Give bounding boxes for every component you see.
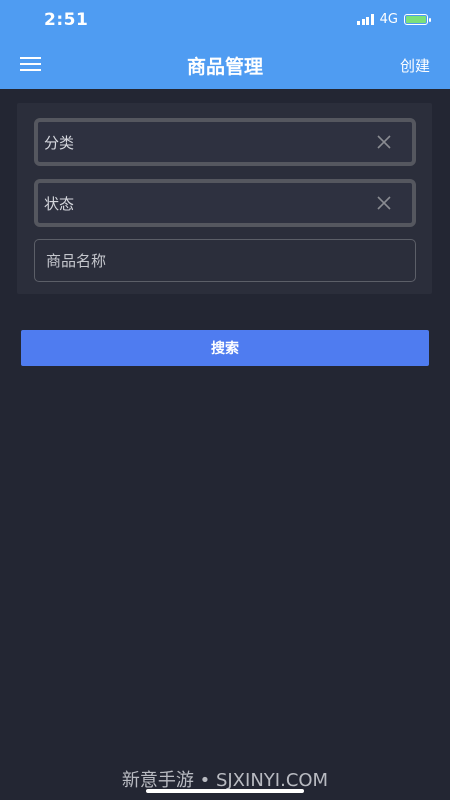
- home-indicator: [146, 789, 304, 793]
- filter-card: 分类 状态: [17, 103, 432, 294]
- category-select-label: 分类: [44, 133, 75, 152]
- network-type: 4G: [379, 12, 398, 27]
- battery-charging-icon: [404, 14, 431, 25]
- status-time: 2:51: [44, 10, 89, 30]
- product-name-input[interactable]: [34, 239, 416, 282]
- close-icon[interactable]: [376, 134, 392, 150]
- signal-icon: [357, 14, 374, 25]
- search-button[interactable]: 搜索: [21, 330, 429, 366]
- status-select-label: 状态: [44, 194, 75, 213]
- create-button[interactable]: 创建: [400, 55, 430, 76]
- page-title: 商品管理: [186, 56, 263, 78]
- status-select[interactable]: 状态: [34, 179, 416, 227]
- top-bar: 2:51 4G 商品管理 创建: [0, 0, 450, 89]
- category-select[interactable]: 分类: [34, 118, 416, 166]
- close-icon[interactable]: [376, 195, 392, 211]
- status-indicators: 4G: [357, 12, 431, 27]
